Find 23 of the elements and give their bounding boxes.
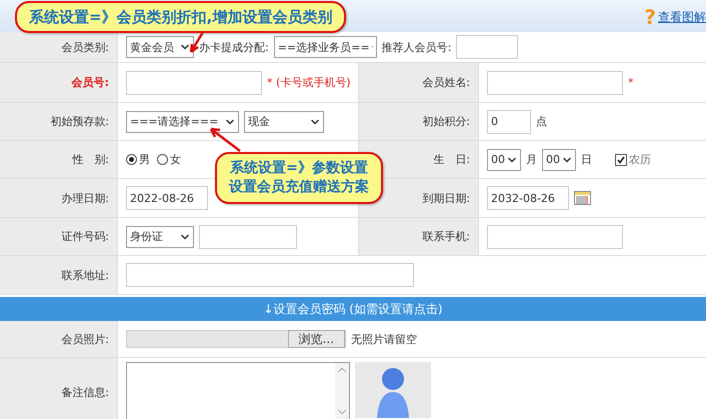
field-label: 初始积分: <box>358 103 478 140</box>
field-label: 证件号码: <box>0 218 117 255</box>
field-label: 会员姓名: <box>358 63 478 102</box>
required-note: * <box>628 76 634 89</box>
field-label: 日 <box>581 152 592 167</box>
field-label: 点 <box>536 114 547 129</box>
hint-tooltip: 系统设置=》会员类别折扣,增加设置会员类别 <box>15 1 346 34</box>
field-label: 会员照片: <box>0 321 117 357</box>
field-label: 办卡提成分配: <box>199 40 269 54</box>
photo-hint: 无照片请留空 <box>351 332 417 346</box>
field-label: 月 <box>526 152 537 167</box>
field-label: 推荐人会员号: <box>382 40 452 54</box>
hint-tooltip: 系统设置=》参数设置 设置会员充值赠送方案 <box>215 152 383 204</box>
required-note: * (卡号或手机号) <box>267 75 351 90</box>
field-label: 会员号: <box>0 63 117 102</box>
field-label: 联系手机: <box>358 218 478 255</box>
field-label: 初始预存款: <box>0 103 117 140</box>
field-label: 联系地址: <box>0 256 117 294</box>
field-label: 性 别: <box>0 141 117 178</box>
help-icon: ? <box>644 8 656 26</box>
field-label: 会员类别: <box>0 32 117 62</box>
field-label: 办理日期: <box>0 179 117 217</box>
field-label: 备注信息: <box>0 358 117 419</box>
